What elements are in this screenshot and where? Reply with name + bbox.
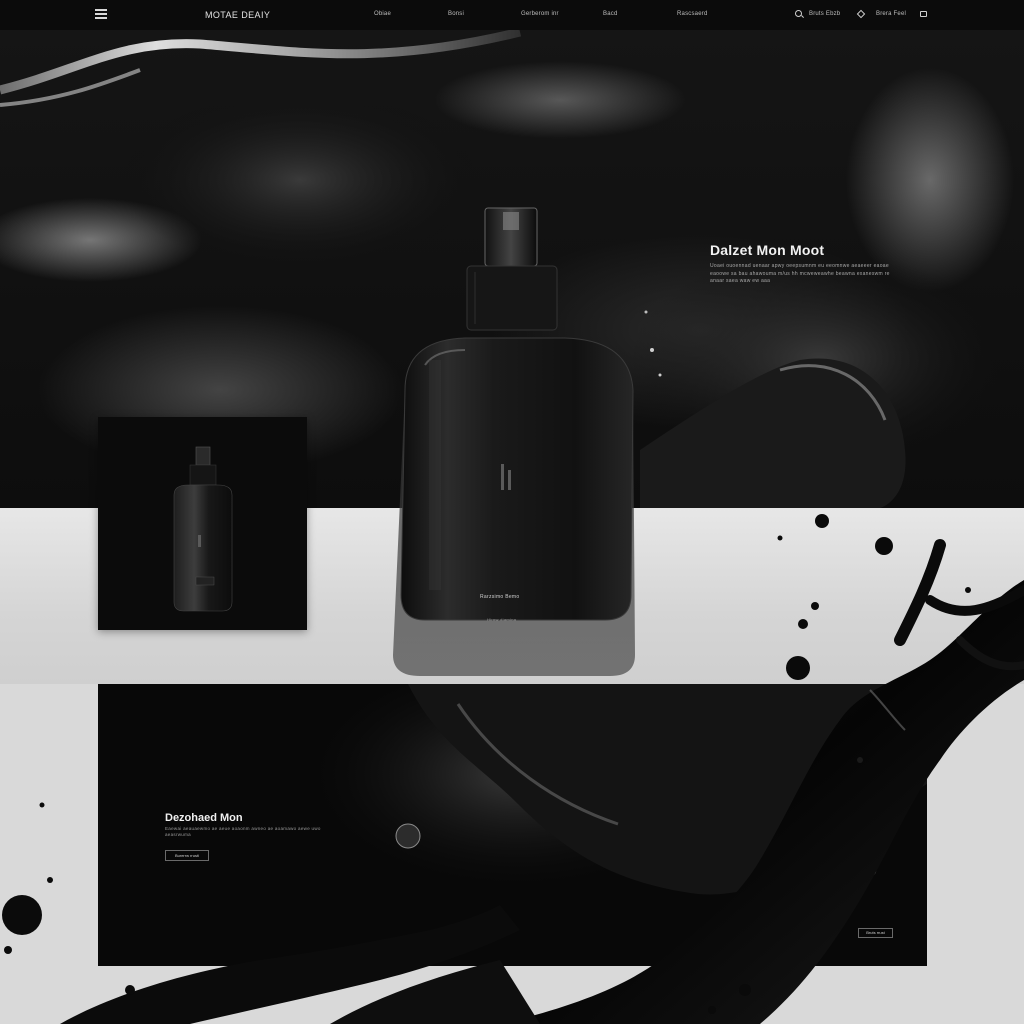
panel-cta-button[interactable]: Burerrw rrusti: [165, 850, 209, 861]
cart-icon[interactable]: [920, 11, 927, 17]
product-thumbnail-image: [173, 446, 233, 612]
hero-title: Dalzet Mon Moot: [710, 242, 825, 258]
bottle-label: Rarzsimo Bemo: [480, 594, 520, 600]
account-link[interactable]: Bruts Ebzb: [809, 11, 840, 17]
panel-description: Eaewai aeauaewmo ae aeue aoaonm awneo ae…: [165, 826, 321, 837]
nav-link-5[interactable]: Rascsaerd: [677, 11, 707, 17]
panel-secondary-button[interactable]: Bruts rrust: [858, 928, 893, 938]
search-icon[interactable]: [795, 10, 802, 17]
top-nav: MOTAE DEAIY Obiae Bonsi Gerberom inr Bac…: [0, 0, 1024, 30]
main-product-bottle[interactable]: [385, 200, 645, 680]
hero-description: Uoaei ouoennad uenaar apwy oeepsumnm eu …: [710, 263, 890, 284]
feature-panel: [98, 684, 927, 966]
nav-link-2[interactable]: Bonsi: [448, 11, 464, 17]
brand-logo[interactable]: MOTAE DEAIY: [205, 10, 270, 20]
panel-liquid-art: [298, 684, 927, 895]
bottle-image: [393, 207, 635, 676]
bottle-sub-label: Hirnw diamina: [487, 617, 517, 622]
diamond-icon[interactable]: [856, 9, 866, 19]
hamburger-menu-icon[interactable]: [95, 9, 107, 19]
nav-link-1[interactable]: Obiae: [374, 11, 391, 17]
panel-title: Dezohaed Mon: [165, 812, 243, 824]
product-thumbnail-card[interactable]: [98, 417, 307, 630]
nav-link-3[interactable]: Gerberom inr: [521, 11, 559, 17]
nav-link-4[interactable]: Bacd: [603, 11, 617, 17]
language-link[interactable]: Brera Feel: [876, 11, 906, 17]
